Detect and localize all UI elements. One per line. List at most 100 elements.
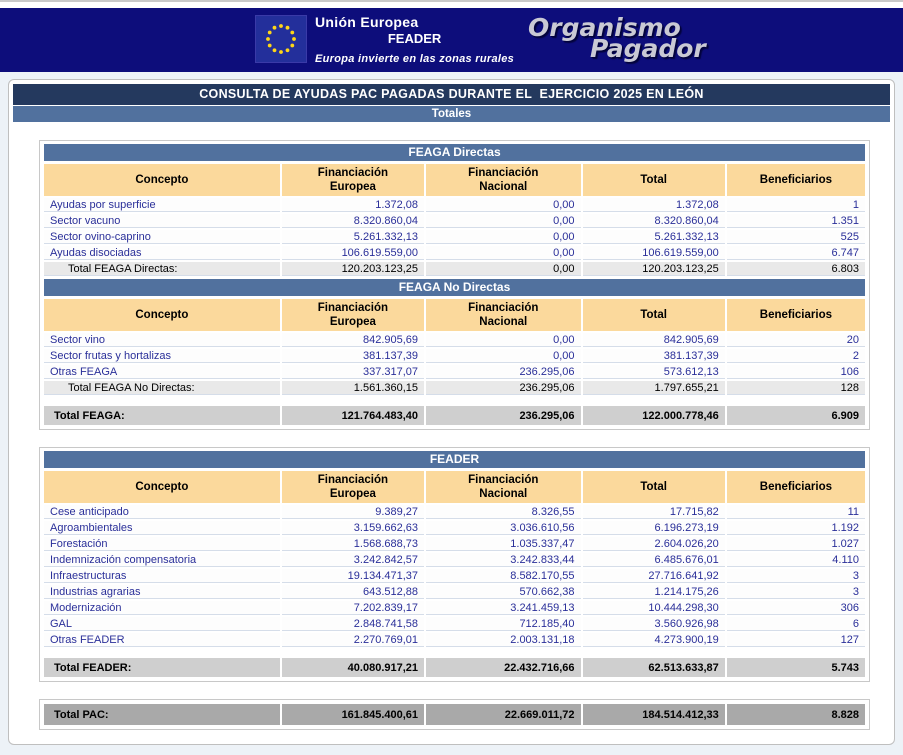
cell-value: 1.568.688,73 [282,537,424,551]
column-header: Financiación Europea [282,164,424,196]
column-header: Financiación Nacional [426,471,580,503]
cell-value: 22.432.716,66 [426,658,580,677]
subtitle-totales: Totales [13,106,890,122]
table-row: Ayudas disociadas106.619.559,000,00106.6… [44,246,865,260]
tables-area: FEAGA DirectasConceptoFinanciación Europ… [12,123,891,730]
row-label: Modernización [44,601,280,615]
cell-value: 0,00 [426,230,580,244]
cell-value: 0,00 [426,214,580,228]
feaga-tables-panel: FEAGA DirectasConceptoFinanciación Europ… [39,140,870,430]
cell-value: 120.203.123,25 [282,262,424,276]
cell-value: 2.848.741,58 [282,617,424,631]
column-header: Beneficiarios [727,164,865,196]
cell-value: 120.203.123,25 [583,262,725,276]
cell-value: 4.273.900,19 [583,633,725,647]
cell-value: 4.110 [727,553,865,567]
column-header: Financiación Europea [282,471,424,503]
cell-value: 10.444.298,30 [583,601,725,615]
cell-value: 337.317,07 [282,365,424,379]
row-label: Infraestructuras [44,569,280,583]
cell-value: 62.513.633,87 [583,658,725,677]
cell-value: 712.185,40 [426,617,580,631]
row-label: Ayudas disociadas [44,246,280,260]
cell-value: 1.214.175,26 [583,585,725,599]
cell-value: 1.561.360,15 [282,381,424,395]
cell-value: 842.905,69 [583,333,725,347]
cell-value: 0,00 [426,246,580,260]
cell-value: 3.560.926,98 [583,617,725,631]
eu-logo-text: Unión Europea FEADER Europa invierte en … [315,14,514,65]
cell-value: 6.485.676,01 [583,553,725,567]
pagador-line: Pagador [590,37,706,60]
cell-value: 40.080.917,21 [282,658,424,677]
grand-total-table: Total FEAGA:121.764.483,40236.295,06122.… [42,404,867,427]
feader-table-panel: FEADERConceptoFinanciación EuropeaFinanc… [39,447,870,682]
data-table: ConceptoFinanciación EuropeaFinanciación… [42,469,867,649]
cell-value: 0,00 [426,349,580,363]
data-table: ConceptoFinanciación EuropeaFinanciación… [42,297,867,397]
top-strip [0,0,903,8]
row-label: Forestación [44,537,280,551]
row-label: Otras FEADER [44,633,280,647]
cell-value: 122.000.778,46 [583,406,725,425]
column-header: Concepto [44,299,280,331]
table-row: Sector frutas y hortalizas381.137,390,00… [44,349,865,363]
table-row: Modernización7.202.839,173.241.459,1310.… [44,601,865,615]
cell-value: 184.514.412,33 [583,704,725,725]
cell-value: 381.137,39 [583,349,725,363]
cell-value: 381.137,39 [282,349,424,363]
grand-total-row: Total FEADER:40.080.917,2122.432.716,666… [44,658,865,677]
cell-value: 1.351 [727,214,865,228]
cell-value: 3.242.842,57 [282,553,424,567]
row-label: Total FEAGA No Directas: [44,381,280,395]
grand-total-table: Total FEADER:40.080.917,2122.432.716,666… [42,656,867,679]
header-banner: Unión Europea FEADER Europa invierte en … [0,8,903,72]
organismo-pagador-logo: Organismo Pagador [528,16,706,60]
subtotal-row: Total FEAGA Directas:120.203.123,250,001… [44,262,865,276]
row-label: GAL [44,617,280,631]
table-row: Otras FEAGA337.317,07236.295,06573.612,1… [44,365,865,379]
cell-value: 6.747 [727,246,865,260]
table-row: Sector vino842.905,690,00842.905,6920 [44,333,865,347]
cell-value: 2 [727,349,865,363]
cell-value: 3.159.662,63 [282,521,424,535]
cell-value: 2.003.131,18 [426,633,580,647]
cell-value: 842.905,69 [282,333,424,347]
page-title: CONSULTA DE AYUDAS PAC PAGADAS DURANTE E… [13,84,890,105]
cell-value: 236.295,06 [426,406,580,425]
column-header: Total [583,299,725,331]
table-row: Agroambientales3.159.662,633.036.610,566… [44,521,865,535]
cell-value: 0,00 [426,262,580,276]
row-label: Industrias agrarias [44,585,280,599]
column-header: Beneficiarios [727,299,865,331]
cell-value: 643.512,88 [282,585,424,599]
column-header-row: ConceptoFinanciación EuropeaFinanciación… [44,471,865,503]
cell-value: 3.241.459,13 [426,601,580,615]
cell-value: 8.582.170,55 [426,569,580,583]
cell-value: 1 [727,198,865,212]
cell-value: 525 [727,230,865,244]
row-label: Sector vino [44,333,280,347]
cell-value: 3.036.610,56 [426,521,580,535]
row-label: Sector ovino-caprino [44,230,280,244]
cell-value: 0,00 [426,198,580,212]
cell-value: 236.295,06 [426,365,580,379]
cell-value: 22.669.011,72 [426,704,580,725]
column-header: Beneficiarios [727,471,865,503]
row-label: Cese anticipado [44,505,280,519]
cell-value: 2.604.026,20 [583,537,725,551]
table-row: Sector ovino-caprino5.261.332,130,005.26… [44,230,865,244]
cell-value: 3 [727,569,865,583]
cell-value: 161.845.400,61 [282,704,424,725]
main-panel: CONSULTA DE AYUDAS PAC PAGADAS DURANTE E… [8,79,895,745]
cell-value: 2.270.769,01 [282,633,424,647]
row-label: Sector vacuno [44,214,280,228]
table-row: Industrias agrarias643.512,88570.662,381… [44,585,865,599]
table-row: Otras FEADER2.270.769,012.003.131,184.27… [44,633,865,647]
cell-value: 0,00 [426,333,580,347]
column-header: Financiación Nacional [426,164,580,196]
section-header-feaga-no-directas: FEAGA No Directas [44,279,865,296]
cell-value: 127 [727,633,865,647]
cell-value: 9.389,27 [282,505,424,519]
row-label: Sector frutas y hortalizas [44,349,280,363]
